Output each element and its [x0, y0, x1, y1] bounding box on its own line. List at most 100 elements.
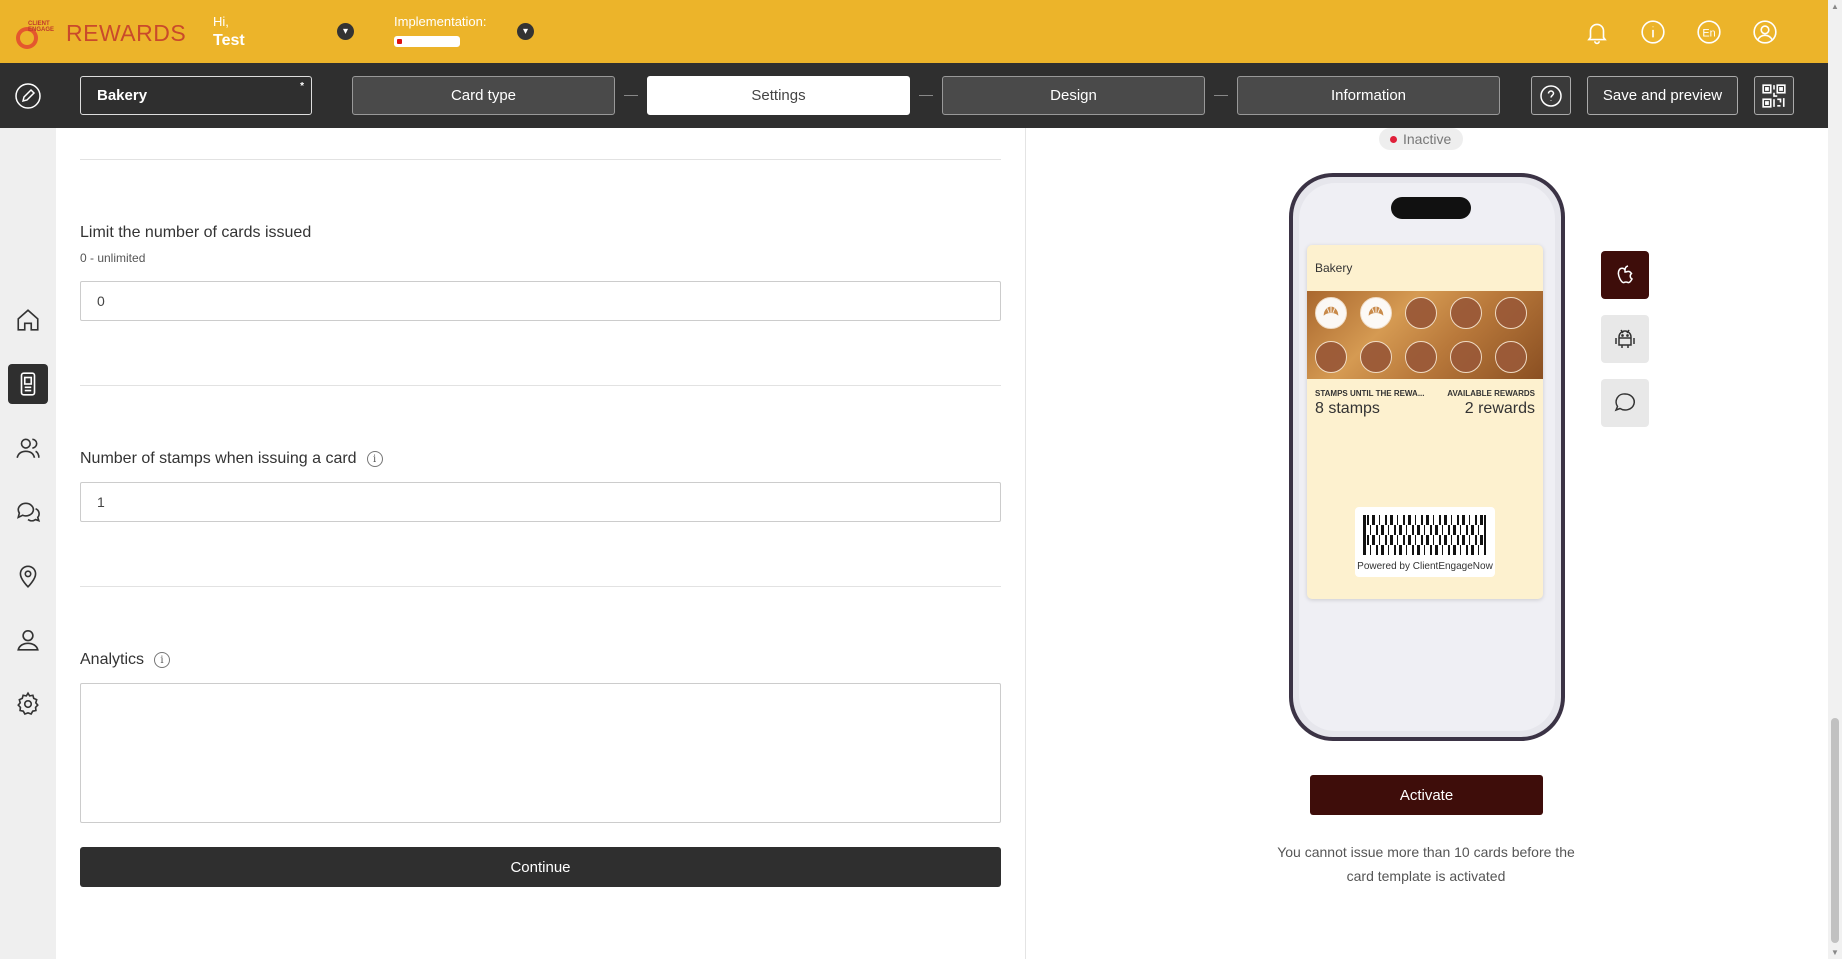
implementation-label: Implementation: [394, 14, 487, 29]
stamp-empty [1495, 341, 1527, 373]
stamp-filled [1315, 297, 1347, 329]
section-divider [80, 586, 1001, 587]
cards-icon [20, 372, 36, 396]
barcode-box: Powered by ClientEngageNow [1355, 507, 1495, 577]
users-icon [17, 629, 39, 651]
bell-icon[interactable] [1583, 18, 1611, 46]
analytics-label: Analytics i [80, 651, 171, 669]
stamp-empty [1315, 341, 1347, 373]
logo-small-text: CLIENT ENGAGE [28, 21, 55, 33]
qr-code-icon [1762, 83, 1786, 108]
messages-icon [17, 502, 41, 522]
pass-field1-label: STAMPS UNTIL THE REWA... [1315, 389, 1425, 398]
section-divider [80, 159, 1001, 160]
sidebar-item-locations[interactable] [8, 556, 48, 596]
settings-form: Limit the number of cards issued 0 - unl… [56, 128, 1026, 959]
implementation-chevron-down-icon[interactable]: ▾ [517, 23, 534, 40]
locations-icon [19, 565, 37, 588]
logo-text: REWARDS [66, 19, 187, 46]
step-separator [1214, 95, 1228, 96]
initial-stamps-info-icon[interactable]: i [366, 451, 383, 467]
sidebar-item-cards[interactable] [8, 364, 48, 404]
card-name-input[interactable]: Bakery * [80, 76, 312, 115]
stamp-empty [1450, 341, 1482, 373]
tab-card-type[interactable]: Card type [352, 76, 615, 115]
phone-mockup: Bakery STAMPS UNTIL THE REWA... 8 stamps… [1289, 173, 1565, 741]
croissant-icon [1368, 306, 1384, 316]
save-and-preview-button[interactable]: Save and preview [1587, 76, 1738, 115]
user-name: Test [213, 32, 245, 49]
stamp-strip [1307, 291, 1543, 379]
language-code: En [1702, 27, 1715, 39]
user-menu-chevron-down-icon[interactable]: ▾ [337, 23, 354, 40]
tab-design[interactable]: Design [942, 76, 1205, 115]
sidebar-item-clients[interactable] [8, 428, 48, 468]
scrollbar-thumb[interactable] [1831, 718, 1839, 943]
scroll-up-arrow-icon[interactable]: ▲ [1831, 2, 1839, 11]
implementation-progress-fill [397, 39, 402, 44]
edit-pencil-icon[interactable] [14, 82, 42, 110]
step-separator [919, 95, 933, 96]
analytics-textarea[interactable] [80, 683, 1001, 823]
user-icon[interactable] [1751, 18, 1779, 46]
stamp-filled [1360, 297, 1392, 329]
limit-cards-input[interactable]: 0 [80, 281, 1001, 321]
chat-icon [1614, 393, 1635, 412]
sidebar-item-settings[interactable] [8, 684, 48, 724]
status-dot [1390, 136, 1397, 143]
card-preview-panel: Inactive Bakery STAMPS UNTIL THE REWA...… [1026, 128, 1828, 959]
stamp-empty [1495, 297, 1527, 329]
sidebar-item-users[interactable] [8, 620, 48, 660]
initial-stamps-input[interactable]: 1 [80, 482, 1001, 522]
pass-field2-value: 2 rewards [1464, 400, 1535, 417]
tab-settings[interactable]: Settings [647, 76, 910, 115]
app-logo[interactable]: CLIENT ENGAGE REWARDS [14, 18, 187, 49]
pass-field2-label: AVAILABLE REWARDS [1447, 389, 1535, 398]
home-icon [17, 309, 39, 331]
greeting-text: Hi, [213, 14, 229, 29]
sidebar-item-messages[interactable] [8, 492, 48, 532]
editor-toolbar: Bakery * Card type Settings Design Infor… [0, 63, 1828, 128]
phone-notch [1391, 197, 1471, 219]
powered-by-text: Powered by ClientEngageNow [1357, 561, 1493, 572]
initial-stamps-label-text: Number of stamps when issuing a card [80, 450, 357, 467]
user-greeting: Hi, Test [213, 14, 245, 50]
apple-icon [1617, 265, 1634, 284]
tab-information[interactable]: Information [1237, 76, 1500, 115]
activate-button[interactable]: Activate [1310, 775, 1543, 815]
sidebar [0, 128, 56, 959]
analytics-info-icon[interactable]: i [154, 652, 171, 668]
preview-apple-button[interactable] [1601, 251, 1649, 299]
activation-notice: You cannot issue more than 10 cards befo… [1277, 844, 1575, 884]
pass-title: Bakery [1315, 261, 1353, 275]
scroll-down-arrow-icon[interactable]: ▼ [1831, 948, 1839, 957]
settings-icon [17, 691, 39, 715]
continue-button[interactable]: Continue [80, 847, 1001, 887]
card-name-value: Bakery [97, 87, 148, 104]
stamp-empty [1360, 341, 1392, 373]
step-separator [624, 95, 638, 96]
pass-field1-value: 8 stamps [1315, 400, 1380, 417]
clients-icon [16, 438, 40, 458]
sidebar-item-home[interactable] [8, 300, 48, 340]
croissant-icon [1323, 306, 1339, 316]
help-button[interactable] [1531, 76, 1571, 115]
barcode-image [1363, 515, 1486, 555]
qr-code-button[interactable] [1754, 76, 1794, 115]
implementation-progress: Implementation: [394, 14, 487, 47]
page-scrollbar[interactable]: ▲ ▼ [1828, 0, 1842, 959]
language-icon[interactable]: En [1695, 18, 1723, 46]
limit-cards-hint: 0 - unlimited [80, 251, 146, 265]
status-text: Inactive [1403, 131, 1452, 147]
analytics-label-text: Analytics [80, 651, 145, 668]
preview-chat-button[interactable] [1601, 379, 1649, 427]
info-icon[interactable] [1639, 18, 1667, 46]
logo-mark: CLIENT ENGAGE [14, 19, 54, 49]
status-badge: Inactive [1379, 128, 1464, 150]
stamp-empty [1450, 297, 1482, 329]
wallet-pass: Bakery STAMPS UNTIL THE REWA... 8 stamps… [1307, 245, 1543, 599]
implementation-progress-bar [394, 36, 460, 47]
preview-android-button[interactable] [1601, 315, 1649, 363]
initial-stamps-label: Number of stamps when issuing a card i [80, 450, 383, 468]
stamp-empty [1405, 341, 1437, 373]
